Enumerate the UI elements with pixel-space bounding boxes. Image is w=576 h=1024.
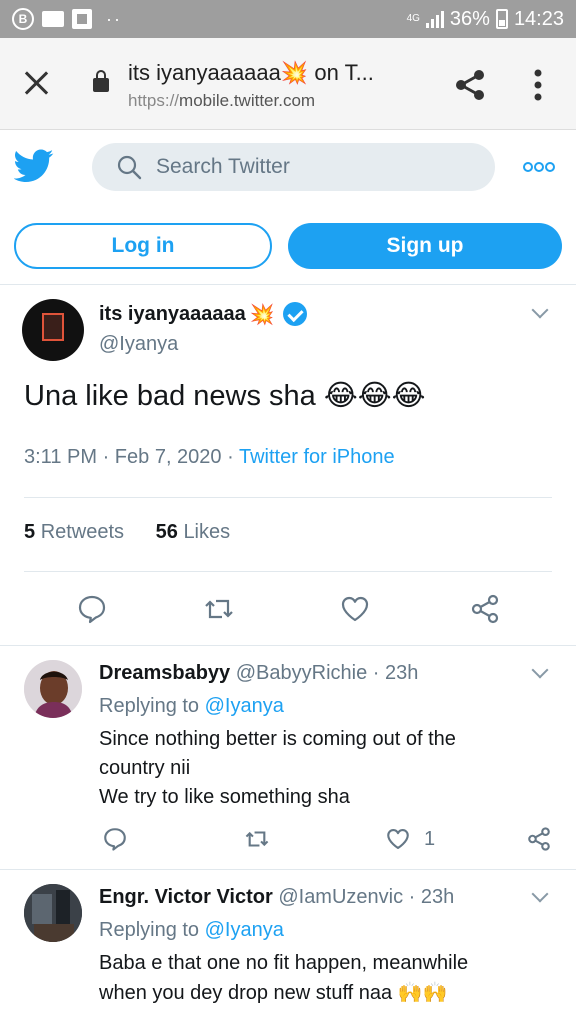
page-title: its iyanyaaaaaa💥 on T...: [128, 60, 374, 85]
divider: [0, 284, 576, 285]
overflow-menu-icon[interactable]: [522, 158, 556, 176]
verified-badge-icon: [282, 302, 307, 326]
reply-icon[interactable]: [76, 593, 108, 625]
retweets-label: Retweets: [40, 521, 125, 543]
reply-age: 23h: [385, 662, 419, 684]
reply-age: 23h: [420, 886, 455, 908]
reply-emoji: 🙌🙌: [397, 980, 448, 1004]
likes-stat[interactable]: 56 Likes: [156, 521, 231, 543]
signup-button[interactable]: Sign up: [288, 223, 562, 269]
close-tab-icon[interactable]: [22, 68, 52, 98]
lock-icon: [93, 70, 109, 92]
reply-author-name: Engr. Victor Victor: [99, 886, 273, 908]
reply-text: Baba e that one no fit happen, meanwhile…: [99, 949, 539, 1008]
likes-count: 56: [155, 521, 178, 543]
divider: [0, 645, 576, 646]
share-icon[interactable]: [469, 593, 501, 625]
page-url[interactable]: https://mobile.twitter.com: [128, 91, 315, 111]
network-type: 4G: [406, 13, 420, 24]
replying-to: Replying to @Iyanya: [99, 695, 284, 718]
gallery-icon: [72, 9, 92, 29]
tweet-timestamp: 3:11 PM · Feb 7, 2020 · Twitter for iPho…: [24, 446, 395, 469]
reply-author-name: Dreamsbabyy: [99, 662, 231, 684]
divider: [24, 497, 552, 498]
like-heart-icon[interactable]: [385, 826, 411, 852]
tweet-text-body: Una like bad news sha: [24, 380, 316, 412]
share-icon[interactable]: [453, 68, 487, 102]
chevron-down-icon[interactable]: [532, 304, 548, 320]
reply-text: Since nothing better is coming out of th…: [99, 725, 539, 812]
more-notifications-dots: ··: [106, 8, 122, 29]
share-icon[interactable]: [526, 826, 552, 852]
meta-separator: ·: [372, 662, 380, 684]
signal-icon: [425, 10, 444, 28]
replying-to: Replying to @Iyanya: [99, 919, 284, 942]
retweets-count: 5: [24, 521, 36, 543]
status-bar: B ·· 4G 36% 14:23: [0, 0, 576, 38]
replying-to-link[interactable]: @Iyanya: [205, 695, 284, 717]
more-vert-icon[interactable]: [528, 68, 548, 104]
notification-icon: B: [12, 8, 34, 30]
chevron-down-icon[interactable]: [532, 664, 548, 680]
retweets-stat[interactable]: 5 Retweets: [24, 521, 124, 543]
twitter-bird-icon[interactable]: [14, 148, 54, 184]
reply-like-count: 1: [424, 828, 436, 850]
reply-avatar[interactable]: [24, 884, 82, 942]
divider: [0, 869, 576, 870]
avatar-photo: [24, 660, 82, 718]
notification-letter: B: [18, 12, 28, 26]
reply-line: country nii: [99, 757, 191, 779]
meta-separator: ·: [102, 446, 110, 468]
battery-icon: [495, 9, 508, 29]
search-input[interactable]: Search Twitter: [92, 143, 495, 191]
author-name[interactable]: its iyanyaaaaaa 💥: [99, 302, 307, 326]
reply-header[interactable]: Dreamsbabyy @BabyyRichie · 23h: [99, 662, 418, 685]
tweet-text: Una like bad news sha 😂😂😂: [24, 378, 426, 413]
search-placeholder: Search Twitter: [156, 155, 290, 178]
reply-author-handle: @IamUzenvic: [278, 886, 404, 908]
clock: 14:23: [513, 7, 564, 30]
replying-to-label: Replying to: [99, 695, 200, 717]
retweet-icon[interactable]: [203, 593, 235, 625]
author-emoji: 💥: [249, 302, 275, 326]
retweet-icon[interactable]: [244, 826, 270, 852]
tweet-emoji: 😂😂😂: [323, 378, 426, 412]
divider: [24, 571, 552, 572]
reply-line: Baba e that one no fit happen, meanwhile: [99, 952, 469, 974]
like-heart-icon[interactable]: [339, 593, 371, 625]
author-avatar[interactable]: [22, 299, 84, 361]
meta-separator: ·: [408, 886, 416, 908]
folder-icon: [42, 11, 64, 27]
url-scheme: https://: [128, 91, 180, 110]
likes-label: Likes: [183, 521, 231, 543]
author-handle[interactable]: @Iyanya: [99, 333, 178, 356]
reply-icon[interactable]: [102, 826, 128, 852]
reply-author-handle: @BabyyRichie: [235, 662, 368, 684]
reply-line: when you dey drop new stuff naa 🙌🙌: [99, 978, 539, 1008]
replying-to-link[interactable]: @Iyanya: [205, 919, 284, 941]
avatar-photo: [24, 884, 82, 942]
tweet-source-link[interactable]: Twitter for iPhone: [239, 446, 395, 468]
avatar-artwork: [42, 313, 64, 341]
replying-to-label: Replying to: [99, 919, 200, 941]
tweet-stats: 5 Retweets 56 Likes: [24, 521, 230, 544]
login-button[interactable]: Log in: [14, 223, 272, 269]
author-name-text: its iyanyaaaaaa: [99, 302, 246, 325]
reply-avatar[interactable]: [24, 660, 82, 718]
browser-toolbar: its iyanyaaaaaa💥 on T... https://mobile.…: [0, 38, 576, 130]
search-icon: [117, 155, 142, 180]
meta-separator: ·: [227, 446, 234, 468]
battery-percent: 36%: [449, 7, 490, 30]
reply-line: Since nothing better is coming out of th…: [99, 728, 456, 750]
reply-line-text: when you dey drop new stuff naa: [99, 982, 393, 1004]
tweet-time: 3:11 PM: [24, 446, 97, 468]
tweet-date: Feb 7, 2020: [114, 446, 222, 468]
reply-header[interactable]: Engr. Victor Victor @IamUzenvic · 23h: [99, 886, 454, 909]
chevron-down-icon[interactable]: [532, 888, 548, 904]
url-host: mobile.twitter.com: [179, 91, 316, 110]
reply-line: We try to like something sha: [99, 786, 350, 808]
